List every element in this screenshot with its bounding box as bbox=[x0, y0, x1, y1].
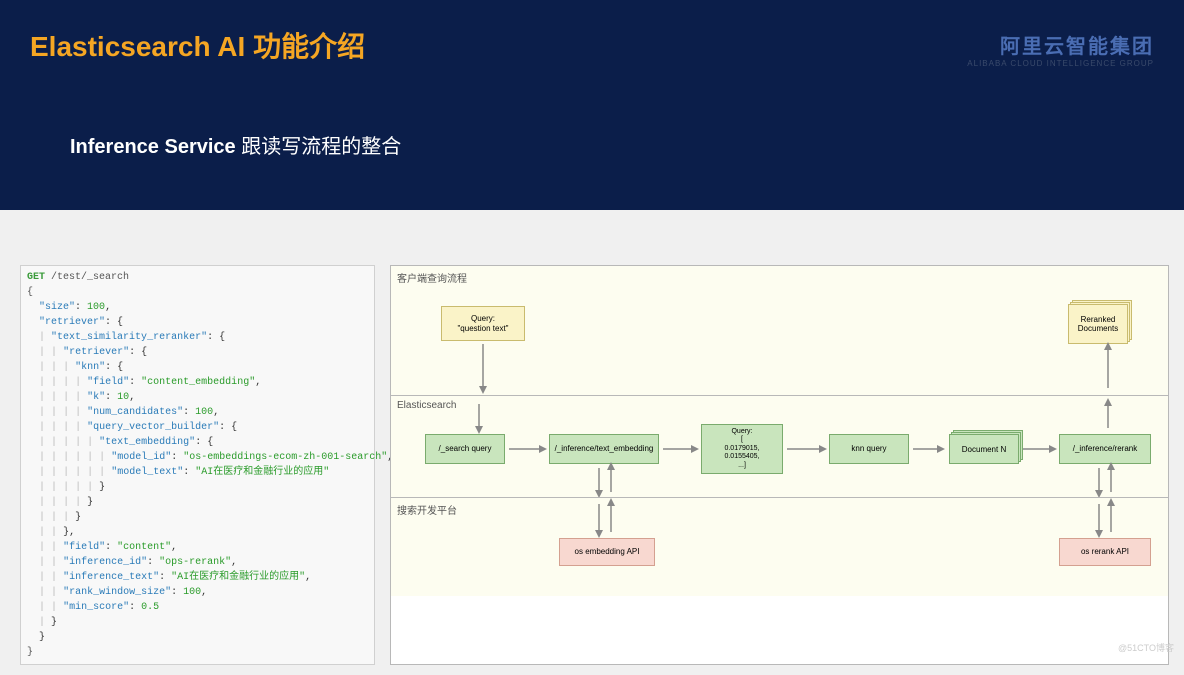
document-n-stack: Document N bbox=[949, 434, 1019, 464]
flow-diagram: 客户端查询流程 Query: "question text" Reranked … bbox=[390, 265, 1169, 665]
code-block: GET /test/_search { "size": 100, "retrie… bbox=[27, 270, 368, 660]
lane-platform: 搜索开发平台 os embedding API os rerank API bbox=[391, 498, 1168, 596]
query-vector-box: Query: [ 0.0179015, 0.0155405, ...] bbox=[701, 424, 783, 474]
slide-header: Elasticsearch AI 功能介绍 阿里云智能集团 ALIBABA CL… bbox=[0, 0, 1184, 210]
lane-client-label: 客户端查询流程 bbox=[397, 270, 467, 285]
reranked-docs-stack: Reranked Documents bbox=[1068, 304, 1128, 344]
watermark: @51CTO博客 bbox=[1118, 641, 1174, 654]
os-embedding-api-box: os embedding API bbox=[559, 538, 655, 566]
lane3-arrows bbox=[391, 498, 1168, 596]
os-rerank-api-box: os rerank API bbox=[1059, 538, 1151, 566]
knn-query-box: knn query bbox=[829, 434, 909, 464]
query-box: Query: "question text" bbox=[441, 306, 525, 341]
inference-rerank-box: /_inference/rerank bbox=[1059, 434, 1151, 464]
slide-content: GET /test/_search { "size": 100, "retrie… bbox=[0, 210, 1184, 675]
subtitle-rest: 跟读写流程的整合 bbox=[236, 136, 402, 158]
logo-en: ALIBABA CLOUD INTELLIGENCE GROUP bbox=[967, 59, 1154, 68]
text-embedding-box: /_inference/text_embedding bbox=[549, 434, 659, 464]
lane-elasticsearch: Elasticsearch /_search query /_inference… bbox=[391, 396, 1168, 498]
lane-es-label: Elasticsearch bbox=[397, 400, 456, 411]
logo-cn: 阿里云智能集团 bbox=[967, 30, 1154, 59]
lane-platform-label: 搜索开发平台 bbox=[397, 502, 457, 517]
code-panel: GET /test/_search { "size": 100, "retrie… bbox=[20, 265, 375, 665]
search-query-box: /_search query bbox=[425, 434, 505, 464]
subtitle-strong: Inference Service bbox=[70, 136, 236, 158]
slide-subtitle: Inference Service 跟读写流程的整合 bbox=[70, 130, 1154, 159]
lane-client: 客户端查询流程 Query: "question text" Reranked … bbox=[391, 266, 1168, 396]
brand-logo: 阿里云智能集团 ALIBABA CLOUD INTELLIGENCE GROUP bbox=[967, 30, 1154, 68]
